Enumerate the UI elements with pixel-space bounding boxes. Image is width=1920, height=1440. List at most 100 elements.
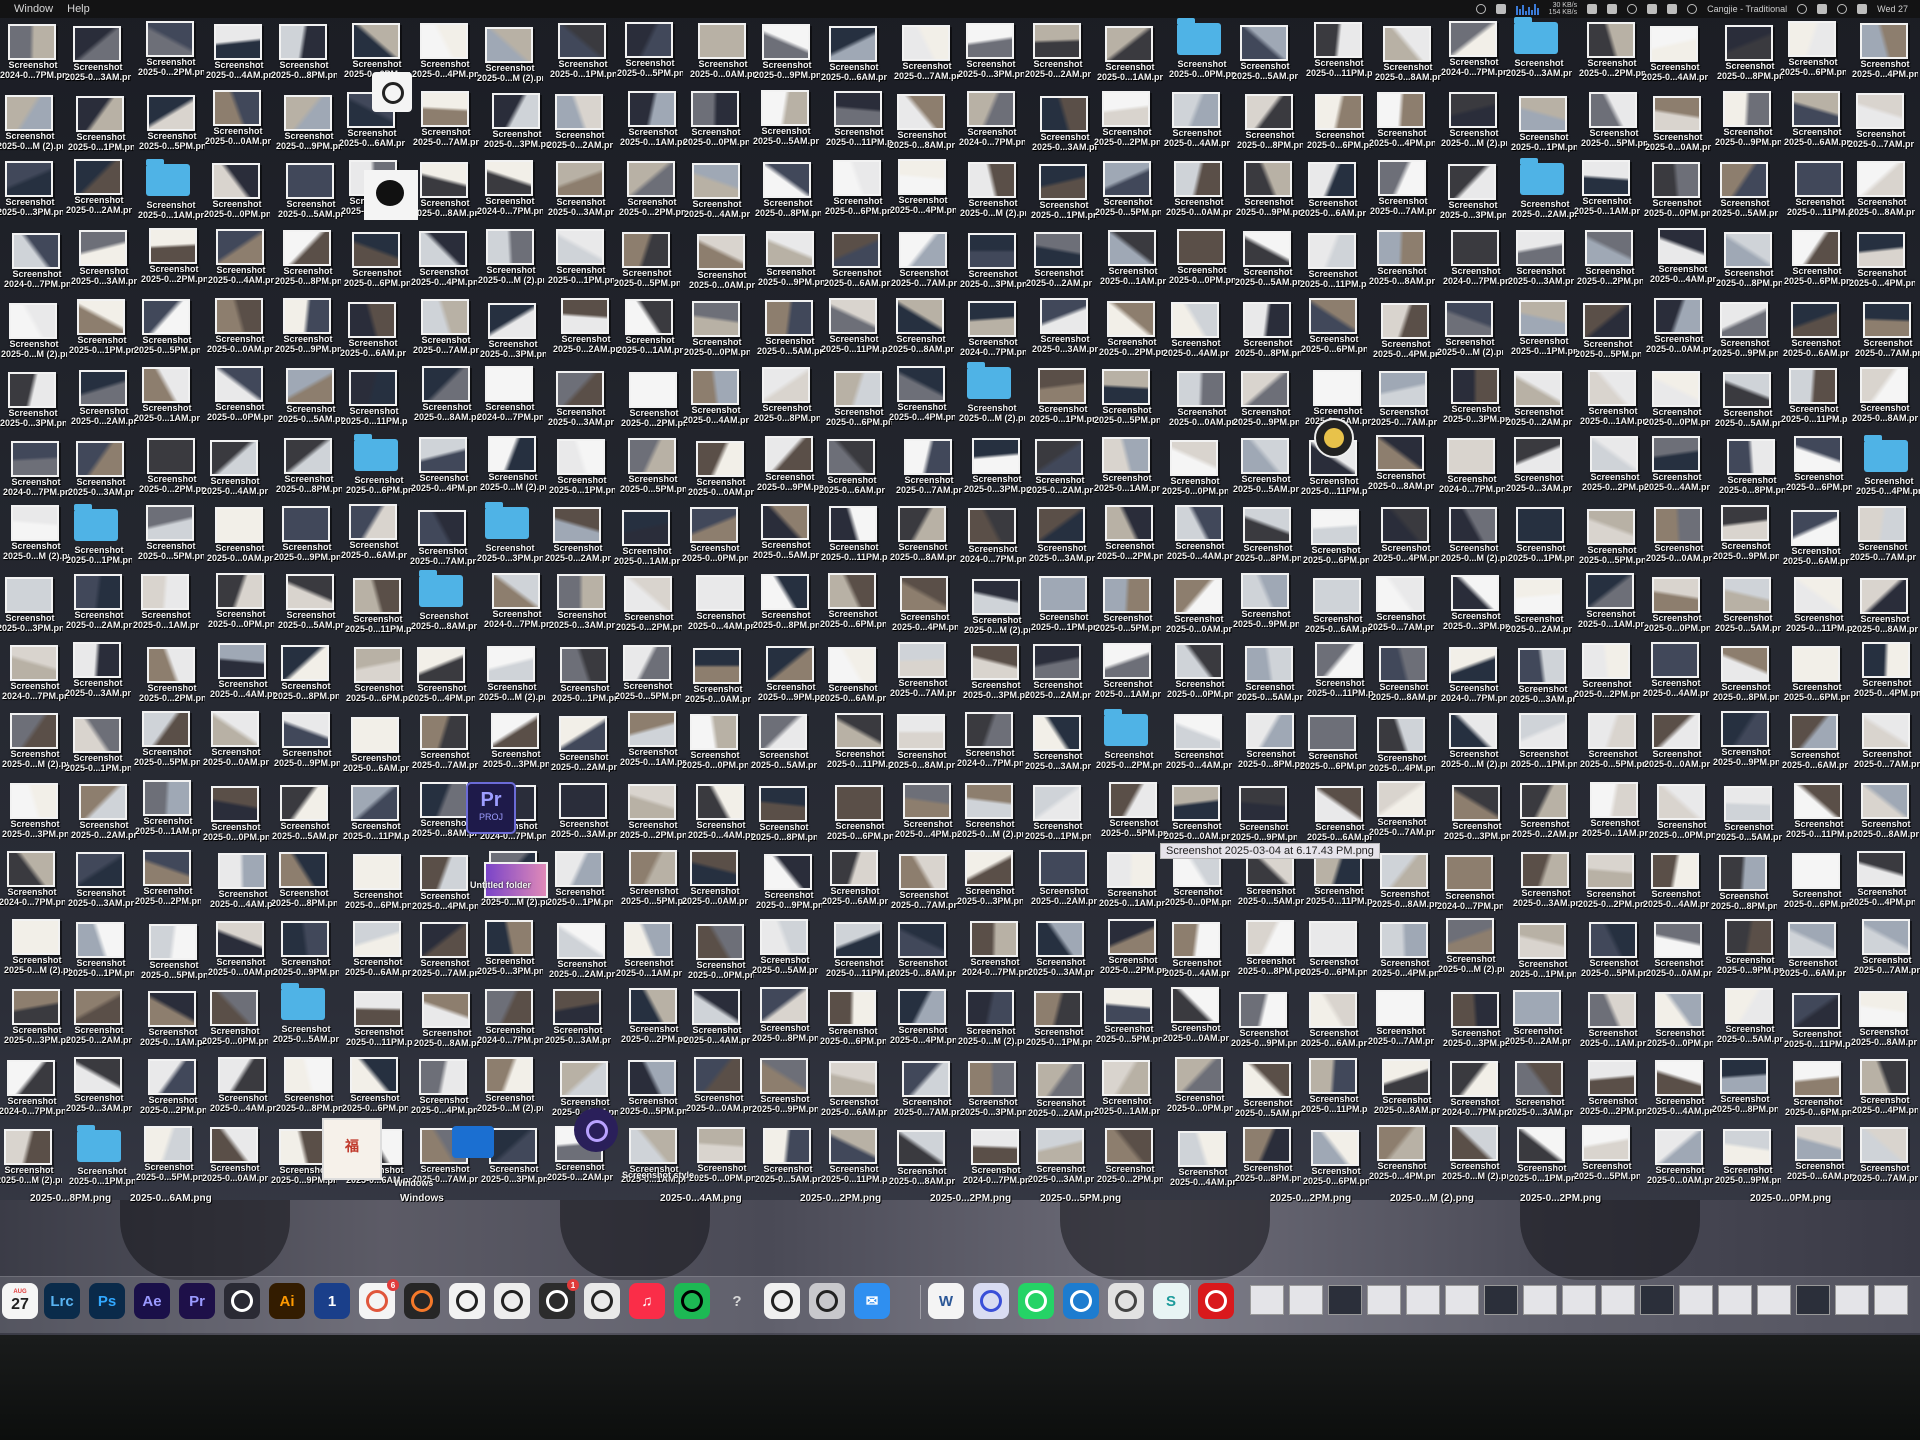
desktop-file[interactable]: Screenshot2025-0...6PM.png bbox=[1784, 851, 1850, 915]
desktop-file[interactable]: Screenshot2025-0...0AM.png bbox=[1166, 159, 1232, 223]
desktop-file[interactable]: Screenshot2025-0...11PM.png bbox=[1300, 231, 1366, 295]
desktop-file[interactable]: Screenshot2024-0...7PM.png bbox=[477, 987, 543, 1051]
desktop-file[interactable]: Screenshot2025-0...1PM.png bbox=[69, 297, 135, 361]
desktop-file[interactable]: Screenshot2025-0...3PM.png bbox=[0, 575, 63, 639]
desktop-file[interactable]: Screenshot2025-0...8AM.png bbox=[1374, 1057, 1440, 1121]
desktop-file[interactable]: Screenshot2025-0...8AM.png bbox=[1852, 576, 1918, 640]
desktop-file[interactable]: Screenshot2025-0...1PM.png bbox=[1025, 783, 1091, 847]
desktop-file[interactable]: Screenshot2025-0...8AM.png bbox=[1371, 644, 1437, 708]
desktop-file[interactable]: Screenshot 2025-0...8PM.png bbox=[752, 985, 818, 1049]
minimized-window[interactable] bbox=[1796, 1285, 1830, 1315]
desktop-file[interactable]: Screenshot2025-0...0AM.png bbox=[1645, 94, 1711, 158]
desktop-file[interactable]: Screenshot 2025-0...9PM.png bbox=[1231, 990, 1297, 1054]
desktop-file[interactable]: Screenshot2025-0...6PM.png bbox=[1301, 919, 1367, 983]
clock-icon[interactable] bbox=[1687, 4, 1698, 14]
desktop-file[interactable]: Screenshot2025-0...3AM.png bbox=[1032, 296, 1098, 360]
desktop-file[interactable]: Screenshot2025-0...3AM.png bbox=[71, 228, 137, 292]
desktop-file[interactable]: Screenshot2025-0...6PM.png bbox=[344, 230, 410, 294]
window-icon[interactable] bbox=[1607, 4, 1618, 14]
desktop-file[interactable]: Screenshot 2025-0...8PM.png bbox=[271, 850, 337, 914]
desktop-file[interactable]: Screenshot2025-0...2AM.png bbox=[545, 505, 611, 569]
desktop-file[interactable]: Screenshot 2025-0...2PM.png bbox=[619, 159, 685, 223]
desktop-file[interactable]: Screenshot2025-0...7AM.png bbox=[1854, 711, 1920, 775]
desktop-file[interactable]: Screenshot2025-0...M (2).png bbox=[1438, 916, 1504, 980]
desktop-file[interactable]: Screenshot2025-0...0AM.png bbox=[1644, 711, 1710, 775]
mail-app[interactable]: ✉ bbox=[854, 1283, 890, 1319]
desktop-file[interactable]: Screenshot2025-0...11PM.png bbox=[821, 504, 887, 568]
acrobat-app[interactable] bbox=[1198, 1283, 1234, 1319]
desktop-file[interactable]: Screenshot 2025-0...5PM.png bbox=[620, 436, 686, 500]
desktop-file[interactable]: Screenshot2025-0...M (2).png bbox=[1, 301, 67, 365]
desktop-file[interactable]: Screenshot 2025-0...5PM.png bbox=[1581, 90, 1647, 154]
desktop-file[interactable]: Screenshot2025-0...8AM.png bbox=[889, 712, 955, 776]
desktop-file[interactable]: Screenshot 2025-0...8PM.png bbox=[1711, 853, 1777, 917]
minimized-window[interactable] bbox=[1367, 1285, 1401, 1315]
desktop-file[interactable]: Screenshot2025-0...4AM.png bbox=[1650, 226, 1716, 290]
desktop-file[interactable]: Screenshot 2025-0...9PM.png bbox=[275, 296, 341, 360]
desktop-file[interactable]: Screenshot 2025-0...4PM.png bbox=[890, 157, 956, 221]
desktop-file[interactable]: Screenshot2024-0...7PM.png bbox=[1439, 436, 1505, 500]
desktop-file[interactable]: Screenshot 2025-0...2PM.png bbox=[1574, 641, 1640, 705]
desktop-file[interactable]: Screenshot2025-0...8AM.png bbox=[889, 1128, 955, 1192]
desktop-file[interactable]: Screenshot2025-0...7AM.png bbox=[1368, 574, 1434, 638]
desktop-file[interactable]: Screenshot2025-0...M (2).png bbox=[4, 917, 70, 981]
desktop-file[interactable]: Screenshot2025-0...7AM.png bbox=[1854, 917, 1920, 981]
desktop-file[interactable]: Screenshot2025-0...8AM.png bbox=[1368, 433, 1434, 497]
desktop-file[interactable]: Screenshot2025-0...6PM.png bbox=[820, 988, 886, 1052]
desktop-file[interactable]: Screenshot 2025-0...5PM.png bbox=[1095, 575, 1161, 639]
minimized-window[interactable] bbox=[1601, 1285, 1635, 1315]
desktop-file[interactable]: Screenshot2025-0...11PM.png bbox=[1787, 159, 1853, 223]
desktop-file[interactable]: Screenshot 2025-0...8PM.png bbox=[751, 784, 817, 848]
desktop-file[interactable]: Screenshot2025-0...5AM.png bbox=[1233, 436, 1299, 500]
desktop-file[interactable]: Screenshot2025-0...1AM.png bbox=[1578, 571, 1644, 635]
desktop-file[interactable]: Screenshot2025-0...11PM.png bbox=[1786, 781, 1852, 845]
desktop-file[interactable]: Screenshot 2025-0...9PM.png bbox=[1715, 89, 1781, 153]
desktop-file[interactable]: Screenshot2025-0...2AM.png bbox=[1505, 988, 1571, 1052]
desktop-file[interactable]: Screenshot2025-0...1AM.png bbox=[1095, 641, 1161, 705]
calendar-app[interactable]: AUG 27 bbox=[2, 1283, 38, 1319]
desktop-file[interactable]: Screenshot 2025-0...0PM.png bbox=[1162, 438, 1228, 502]
desktop-file[interactable]: Screenshot 2025-0...5PM.png bbox=[141, 922, 207, 986]
desktop-file[interactable]: Screenshot2025-0...M (2).png bbox=[1441, 505, 1507, 569]
desktop-file[interactable]: Screenshot 2025-0...4PM.png bbox=[1854, 640, 1920, 704]
desktop-file[interactable]: Screenshot2025-0...6AM.png bbox=[341, 502, 407, 566]
onepassword-app[interactable]: 1 bbox=[314, 1283, 350, 1319]
desktop-file[interactable]: Screenshot2025-0...1PM.png bbox=[548, 227, 614, 291]
desktop-file[interactable]: Screenshot2025-0...6AM.png bbox=[822, 848, 888, 912]
cursor-like-app[interactable] bbox=[1063, 1283, 1099, 1319]
desktop-file[interactable]: Screenshot 2025-0...4PM.png bbox=[1849, 849, 1915, 913]
desktop-file[interactable]: Screenshot2025-0...6PM.png bbox=[1303, 507, 1369, 571]
desktop-file[interactable]: Screenshot2025-0...11PM.png bbox=[1786, 575, 1852, 639]
desktop-file[interactable]: Screenshot2024-0...7PM.png bbox=[960, 506, 1026, 570]
desktop-file[interactable]: Screenshot2024-0...7PM.png bbox=[962, 919, 1028, 983]
desktop-file[interactable]: Screenshot 2025-0...5PM.png bbox=[614, 230, 680, 294]
desktop-file[interactable]: Screenshot2025-0...11PM.png bbox=[826, 89, 892, 153]
desktop-file[interactable]: Screenshot2025-0...8AM.png bbox=[414, 990, 480, 1054]
desktop-file[interactable]: Screenshot2025-0...M (2).png bbox=[477, 1055, 543, 1119]
desktop-file[interactable]: Screenshot2025-0...6PM.png bbox=[1786, 434, 1852, 498]
blender-app[interactable] bbox=[404, 1283, 440, 1319]
desktop-file[interactable]: Screenshot2025-0...6AM.png bbox=[821, 1059, 887, 1123]
desktop-file[interactable]: Screenshot2025-0...3AM.png bbox=[1025, 713, 1091, 777]
desktop-file[interactable]: Screenshot 2025-0...5PM.png bbox=[1095, 159, 1161, 223]
desktop-file[interactable]: Screenshot2025-0...1PM.png bbox=[1026, 989, 1092, 1053]
desktop-file[interactable]: Screenshot 2025-0...9PM.png bbox=[754, 22, 820, 86]
desktop-file[interactable]: Screenshot2025-0...4AM.png bbox=[1643, 851, 1709, 915]
desktop-file[interactable]: Screenshot2025-0...1AM.png bbox=[133, 572, 199, 636]
desktop-file[interactable]: Screenshot 2025-0...0PM.png bbox=[682, 505, 748, 569]
arc-app[interactable] bbox=[973, 1283, 1009, 1319]
desktop-file[interactable]: Screenshot 2025-0...5PM.png bbox=[1101, 780, 1167, 844]
desktop-file[interactable]: Screenshot 2025-0...5PM.png bbox=[1579, 507, 1645, 571]
desktop-file[interactable]: Screenshot 2025-0...2PM.png bbox=[1582, 434, 1648, 498]
desktop-file[interactable]: Screenshot 2025-0...4PM.png bbox=[1852, 1057, 1918, 1121]
desktop-file[interactable]: Screenshot 2025-0...0PM.png bbox=[682, 712, 748, 776]
desktop-file[interactable]: Screenshot2025-0...7AM.png bbox=[413, 89, 479, 153]
desktop-file[interactable]: Screenshot2025-0...1PM.png bbox=[1511, 94, 1577, 158]
desktop-file[interactable]: Screenshot2025-0...0AM.png bbox=[1164, 783, 1230, 847]
desktop-file[interactable]: Screenshot2025-0...7AM.png bbox=[413, 297, 479, 361]
desktop-file[interactable]: Screenshot2025-0...1AM.png bbox=[621, 1126, 687, 1190]
desktop-file[interactable]: Screenshot2025-0...4AM.png bbox=[684, 987, 750, 1051]
desktop-file[interactable]: Screenshot2025-0...8AM.png bbox=[1375, 24, 1441, 88]
desktop-file[interactable]: Screenshot2025-0...5AM.png bbox=[1715, 370, 1781, 434]
desktop-folder[interactable]: Screenshot 2025-0...1PM.png bbox=[66, 504, 132, 571]
